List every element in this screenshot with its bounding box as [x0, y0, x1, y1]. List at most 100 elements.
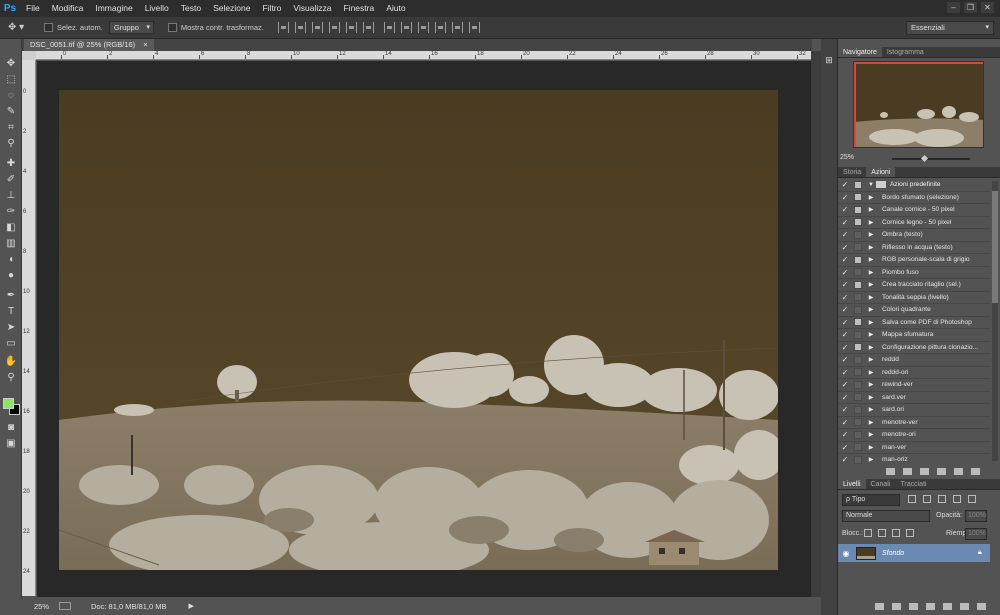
expand-arrow-icon[interactable]: ▶: [866, 219, 876, 226]
dialog-toggle-icon[interactable]: [854, 243, 862, 252]
toggle-check-icon[interactable]: ✓: [838, 443, 852, 452]
menu-file[interactable]: File: [20, 0, 46, 17]
menu-testo[interactable]: Testo: [175, 0, 207, 17]
canvas-area[interactable]: [37, 61, 811, 597]
toggle-check-icon[interactable]: ✓: [838, 230, 852, 239]
filter-type-icon[interactable]: [938, 495, 946, 503]
menu-filtro[interactable]: Filtro: [256, 0, 287, 17]
transform-controls-checkbox[interactable]: [167, 23, 177, 32]
dialog-toggle-icon[interactable]: [854, 430, 862, 439]
expand-arrow-icon[interactable]: ▶: [866, 344, 876, 351]
toggle-check-icon[interactable]: ✓: [838, 405, 852, 414]
screen-mode-icon[interactable]: ▣: [4, 437, 18, 451]
dialog-toggle-icon[interactable]: [854, 418, 862, 427]
distribute-left-icon[interactable]: [434, 22, 446, 33]
toggle-check-icon[interactable]: ✓: [838, 380, 852, 389]
action-row[interactable]: ✓ ▶ reddd-ori: [838, 367, 990, 379]
menu-livello[interactable]: Livello: [139, 0, 175, 17]
move-tool-preset-icon[interactable]: ✥ ▾: [8, 20, 36, 36]
ruler-origin[interactable]: [22, 51, 36, 60]
expand-arrow-icon[interactable]: ▶: [866, 281, 876, 288]
move-tool-icon[interactable]: ✥: [4, 57, 18, 71]
marquee-tool-icon[interactable]: ⬚: [4, 73, 18, 87]
action-row[interactable]: ✓ ▶ RGB personale-scala di grigio: [838, 254, 990, 267]
expand-arrow-icon[interactable]: ▶: [866, 244, 876, 251]
actions-scroll-thumb[interactable]: [992, 191, 998, 303]
action-row[interactable]: ✓ ▶ menotre-ver: [838, 417, 990, 429]
action-set-row[interactable]: ✓ ▼ Azioni predefinite: [838, 179, 990, 192]
toggle-check-icon[interactable]: ✓: [838, 255, 852, 264]
toggle-check-icon[interactable]: ✓: [838, 318, 852, 327]
action-row[interactable]: ✓ ▶ Configurazione pittura clonazio...: [838, 342, 990, 354]
layer-mask-icon[interactable]: [909, 602, 918, 610]
menu-modifica[interactable]: Modifica: [46, 0, 90, 17]
toggle-check-icon[interactable]: ✓: [838, 455, 852, 464]
adjustment-layer-icon[interactable]: [926, 602, 935, 610]
expand-arrow-icon[interactable]: ▶: [866, 294, 876, 301]
dialog-toggle-icon[interactable]: [854, 218, 862, 227]
record-icon[interactable]: [903, 467, 912, 475]
lock-transparency-icon[interactable]: [864, 529, 872, 537]
type-tool-icon[interactable]: T: [4, 305, 18, 319]
menu-visualizza[interactable]: Visualizza: [287, 0, 337, 17]
dialog-toggle-icon[interactable]: [854, 268, 862, 277]
dodge-tool-icon[interactable]: ●: [4, 269, 18, 283]
expand-arrow-icon[interactable]: ▶: [866, 256, 876, 263]
document-image[interactable]: [59, 90, 778, 570]
toggle-check-icon[interactable]: ✓: [838, 180, 852, 189]
lock-position-icon[interactable]: [892, 529, 900, 537]
toggle-check-icon[interactable]: ✓: [838, 393, 852, 402]
opacity-field[interactable]: 100%: [965, 510, 987, 522]
dialog-toggle-icon[interactable]: [854, 330, 862, 339]
menu-selezione[interactable]: Selezione: [207, 0, 256, 17]
new-action-icon[interactable]: [954, 467, 963, 475]
layer-name[interactable]: Sfondo: [882, 550, 978, 557]
tab-storia[interactable]: Storia: [838, 167, 866, 177]
action-row[interactable]: ✓ ▶ Canale cornice - 50 pixel: [838, 204, 990, 217]
toggle-check-icon[interactable]: ✓: [838, 268, 852, 277]
document-tab[interactable]: DSC_0051.tif @ 25% (RGB/16) ×: [24, 39, 154, 51]
dialog-toggle-icon[interactable]: [854, 280, 862, 289]
lock-pixels-icon[interactable]: [878, 529, 886, 537]
toggle-check-icon[interactable]: ✓: [838, 193, 852, 202]
dialog-toggle-icon[interactable]: [854, 393, 862, 402]
toggle-check-icon[interactable]: ✓: [838, 205, 852, 214]
canvas-vertical-scrollbar[interactable]: [811, 51, 821, 597]
menu-immagine[interactable]: Immagine: [89, 0, 138, 17]
lock-all-icon[interactable]: [906, 529, 914, 537]
align-bottom-icon[interactable]: [311, 22, 323, 33]
quick-mask-icon[interactable]: ◙: [4, 421, 18, 435]
lasso-tool-icon[interactable]: ◌: [4, 89, 18, 103]
toggle-check-icon[interactable]: ✓: [838, 418, 852, 427]
workspace-dropdown[interactable]: Essenziali: [906, 21, 994, 35]
expand-arrow-icon[interactable]: ▶: [866, 381, 876, 388]
action-row[interactable]: ✓ ▶ Bordo sfumato (selezione): [838, 192, 990, 204]
expand-arrow-icon[interactable]: ▶: [866, 306, 876, 313]
filter-shape-icon[interactable]: [953, 495, 961, 503]
delete-icon[interactable]: [971, 467, 980, 475]
toggle-check-icon[interactable]: ✓: [838, 243, 852, 252]
navigator-view-box[interactable]: [854, 62, 983, 147]
play-icon[interactable]: [920, 467, 929, 475]
expand-arrow-icon[interactable]: ▶: [866, 456, 876, 463]
expand-arrow-icon[interactable]: ▶: [866, 431, 876, 438]
action-row[interactable]: ✓ ▶ man-ver: [838, 442, 990, 454]
minimize-icon[interactable]: –: [947, 2, 960, 13]
healing-brush-tool-icon[interactable]: ✚: [4, 157, 18, 171]
tab-istogramma[interactable]: Istogramma: [882, 47, 929, 57]
toggle-check-icon[interactable]: ✓: [838, 343, 852, 352]
close-document-icon[interactable]: ×: [143, 40, 147, 49]
menu-aiuto[interactable]: Aiuto: [380, 0, 411, 17]
filter-adjustment-icon[interactable]: [923, 495, 931, 503]
filter-smart-object-icon[interactable]: [968, 495, 976, 503]
action-row[interactable]: ✓ ▶ sard.ori: [838, 404, 990, 417]
menu-finestra[interactable]: Finestra: [337, 0, 380, 17]
fill-field[interactable]: 100%: [965, 528, 987, 540]
expand-arrow-icon[interactable]: ▶: [866, 194, 876, 201]
hand-tool-icon[interactable]: ✋: [4, 355, 18, 369]
expand-arrow-icon[interactable]: ▶: [866, 319, 876, 326]
auto-select-checkbox[interactable]: [44, 23, 53, 32]
expand-arrow-icon[interactable]: ▶: [866, 444, 876, 451]
tab-azioni[interactable]: Azioni: [866, 167, 896, 177]
pen-tool-icon[interactable]: ✒: [4, 289, 18, 303]
